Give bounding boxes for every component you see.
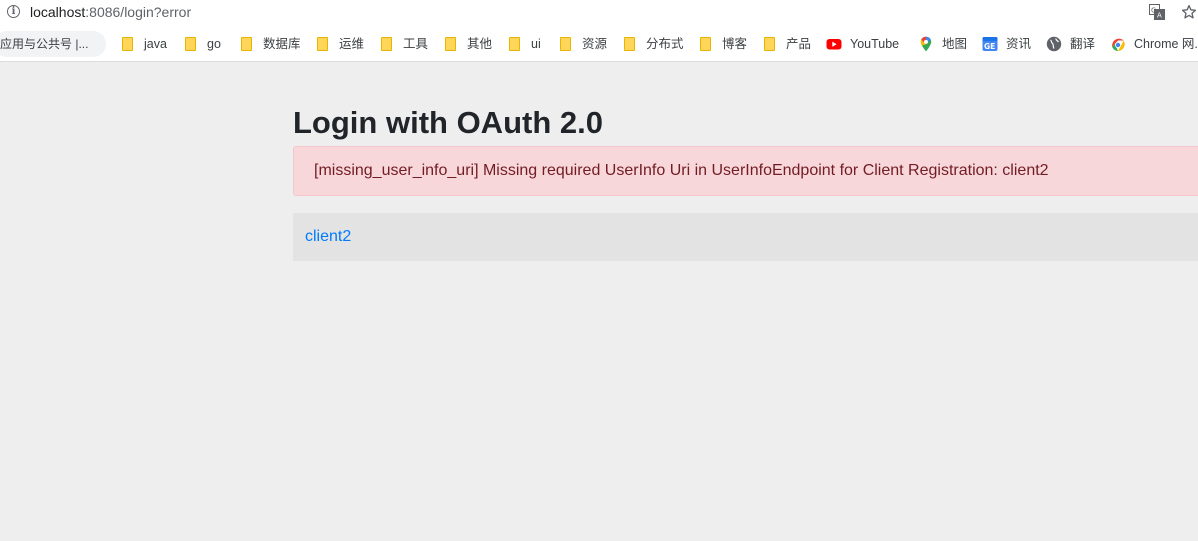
bookmark-label: 分布式 <box>646 37 684 51</box>
bookmark-label: 产品 <box>786 37 812 51</box>
info-icon[interactable]: i <box>7 5 20 18</box>
chrome-icon <box>1112 38 1125 51</box>
url-host: localhost <box>30 4 86 20</box>
bookmark-label: 资源 <box>582 37 608 51</box>
folder-icon <box>560 37 571 51</box>
folder-icon <box>241 37 252 51</box>
bookmarks-bar: 应用与公共号 |... java go 数据库 运维 工具 其他 ui 资源 分… <box>0 26 1198 62</box>
bookmark-label: 数据库 <box>263 37 301 51</box>
client-list-item: client2 <box>293 213 1198 261</box>
url-path: :8086/login?error <box>85 4 192 20</box>
folder-icon <box>700 37 711 51</box>
news-icon: GE <box>982 37 998 51</box>
bookmark-label: 其他 <box>467 37 493 51</box>
bookmark-label: 博客 <box>722 37 748 51</box>
folder-icon <box>381 37 392 51</box>
folder-icon <box>317 37 328 51</box>
youtube-icon <box>826 39 842 50</box>
folder-icon <box>185 37 196 51</box>
bookmark-label: go <box>207 37 221 51</box>
bookmark-star-icon[interactable] <box>1180 3 1198 21</box>
folder-icon <box>509 37 520 51</box>
bookmark-label: 地图 <box>942 37 968 51</box>
bookmark-label: YouTube <box>850 37 900 51</box>
svg-text:A: A <box>1157 12 1162 20</box>
folder-icon <box>624 37 635 51</box>
bookmark-label: 工具 <box>403 37 429 51</box>
bookmark-label: 翻译 <box>1070 37 1096 51</box>
bookmark-label: java <box>144 37 167 51</box>
translate-icon[interactable]: G A <box>1149 4 1165 20</box>
bookmark-label: ui <box>531 37 541 51</box>
maps-pin-icon <box>920 36 932 52</box>
url-text[interactable]: localhost:8086/login?error <box>30 4 191 20</box>
bookmark-label: 资讯 <box>1006 37 1032 51</box>
svg-text:G: G <box>1151 7 1156 15</box>
error-alert: [missing_user_info_uri] Missing required… <box>293 146 1198 196</box>
client2-login-link[interactable]: client2 <box>305 228 351 246</box>
page-title: Login with OAuth 2.0 <box>293 105 603 140</box>
folder-icon <box>122 37 133 51</box>
bookmark-label: 运维 <box>339 37 365 51</box>
folder-icon <box>445 37 456 51</box>
bookmark-label: Chrome 网... <box>1134 37 1198 51</box>
address-bar[interactable]: i localhost:8086/login?error G A <box>0 0 1198 26</box>
folder-icon <box>764 37 775 51</box>
bookmark-item-apps[interactable]: 应用与公共号 |... <box>0 31 107 57</box>
svg-text:GE: GE <box>984 42 995 51</box>
globe-icon <box>1046 36 1062 52</box>
